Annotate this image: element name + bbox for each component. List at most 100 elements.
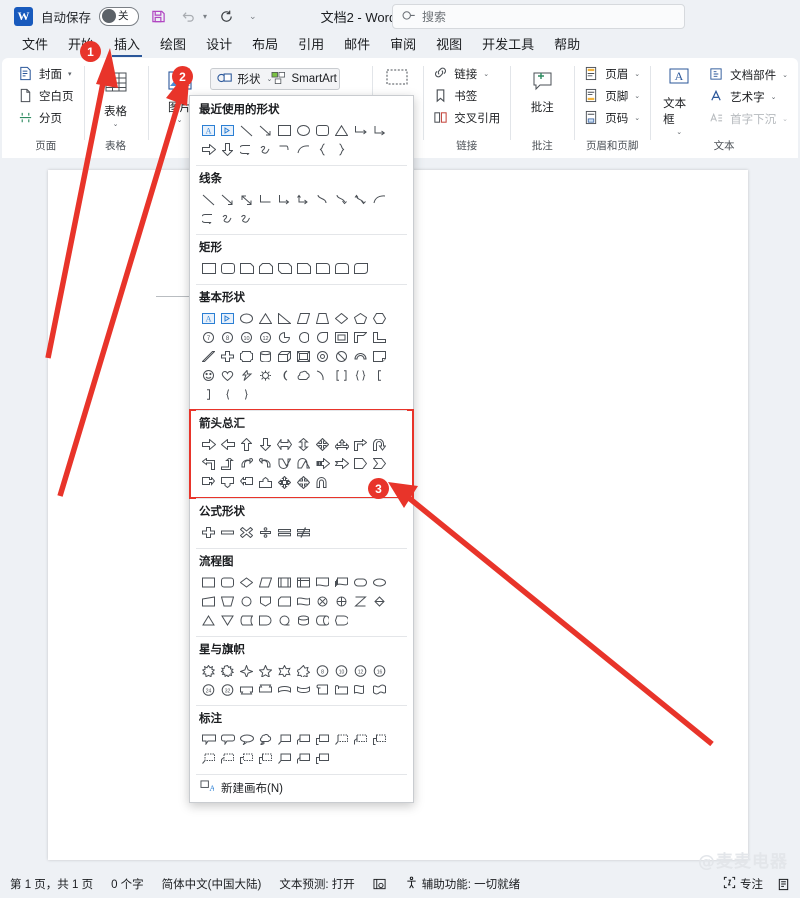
equation-minus[interactable] <box>218 523 237 542</box>
basic-cube[interactable] <box>275 347 294 366</box>
shape-curve[interactable] <box>275 140 294 159</box>
rect-plain[interactable] <box>199 259 218 278</box>
arrow-curved-right[interactable] <box>256 454 275 473</box>
banner-wave[interactable] <box>351 680 370 699</box>
shapes-grid-stars-banners[interactable]: 8 10 12 16 24 32 <box>199 661 404 699</box>
shape-scribble[interactable] <box>256 140 275 159</box>
flow-decision[interactable] <box>237 573 256 592</box>
customize-qat-icon[interactable]: ⌄ <box>249 11 257 22</box>
shape-triangle[interactable] <box>332 121 351 140</box>
shape-line[interactable] <box>237 121 256 140</box>
undo-icon[interactable] <box>177 5 199 27</box>
basic-oval[interactable] <box>237 309 256 328</box>
line-arrow[interactable] <box>218 190 237 209</box>
flow-display[interactable] <box>332 611 351 630</box>
basic-teardrop[interactable] <box>313 328 332 347</box>
flow-internal-storage[interactable] <box>294 573 313 592</box>
callout-accent-line-1[interactable] <box>332 730 351 749</box>
flow-card[interactable] <box>275 592 294 611</box>
header-button[interactable]: 页眉 ⌄ <box>581 64 643 84</box>
arrow-left[interactable] <box>218 435 237 454</box>
save-icon[interactable] <box>147 5 169 27</box>
star-7-point[interactable] <box>294 661 313 680</box>
arrow-pentagon[interactable] <box>351 454 370 473</box>
chevron-down-icon[interactable]: ⌄ <box>113 120 119 128</box>
basic-right-triangle[interactable] <box>275 309 294 328</box>
callout-rounded-rectangular[interactable] <box>218 730 237 749</box>
arrow-up-callout[interactable] <box>256 473 275 492</box>
shape-elbow-connector-1[interactable] <box>351 121 370 140</box>
basic-arc[interactable] <box>313 366 332 385</box>
arrow-right[interactable] <box>199 435 218 454</box>
connector-curved[interactable] <box>313 190 332 209</box>
arrow-curved-left[interactable] <box>237 454 256 473</box>
bookmark-button[interactable]: 书签 <box>430 86 503 106</box>
basic-trapezoid[interactable] <box>313 309 332 328</box>
basic-half-frame[interactable] <box>351 328 370 347</box>
chevron-down-icon[interactable]: ▾ <box>68 70 72 78</box>
callout-bordered-line-3[interactable] <box>237 749 256 768</box>
callout-rectangular[interactable] <box>199 730 218 749</box>
basic-donut[interactable] <box>313 347 332 366</box>
star-24-point[interactable]: 24 <box>199 680 218 699</box>
star-8-point[interactable]: 8 <box>313 661 332 680</box>
flow-connector[interactable] <box>237 592 256 611</box>
shape-right-brace[interactable] <box>332 140 351 159</box>
arrow-left-up[interactable] <box>199 454 218 473</box>
arrow-down-callout[interactable] <box>218 473 237 492</box>
flow-stored-data[interactable] <box>237 611 256 630</box>
banner-up-ribbon[interactable] <box>237 680 256 699</box>
callout-accent-line-2[interactable] <box>351 730 370 749</box>
shapes-grid-recently-used[interactable]: A <box>199 121 404 159</box>
flow-collate[interactable] <box>351 592 370 611</box>
basic-right-bracket[interactable] <box>199 385 218 404</box>
shapes-grid-equation-shapes[interactable] <box>199 523 404 542</box>
star-explosion-1[interactable] <box>199 661 218 680</box>
rect-snip-diagonal[interactable] <box>275 259 294 278</box>
arrow-up-down[interactable] <box>294 435 313 454</box>
basic-pie[interactable] <box>275 328 294 347</box>
flow-sort[interactable] <box>370 592 389 611</box>
star-10-point[interactable]: 10 <box>332 661 351 680</box>
basic-smiley[interactable] <box>199 366 218 385</box>
star-5-point[interactable] <box>256 661 275 680</box>
flow-extract[interactable] <box>199 611 218 630</box>
equation-not-equal[interactable] <box>294 523 313 542</box>
flow-terminator[interactable] <box>351 573 370 592</box>
accessibility-status[interactable]: 辅助功能: 一切就绪 <box>405 876 520 892</box>
basic-octagon[interactable]: 8 <box>218 328 237 347</box>
basic-right-brace[interactable] <box>237 385 256 404</box>
basic-double-brace[interactable] <box>351 366 370 385</box>
basic-no-symbol[interactable] <box>332 347 351 366</box>
star-explosion-2[interactable] <box>218 661 237 680</box>
basic-sun[interactable] <box>256 366 275 385</box>
shape-freeform[interactable] <box>237 140 256 159</box>
basic-lightning-bolt[interactable] <box>237 366 256 385</box>
arrow-striped-right[interactable] <box>313 454 332 473</box>
rect-round-diagonal[interactable] <box>351 259 370 278</box>
basic-chord[interactable] <box>294 328 313 347</box>
shapes-grid-flowchart[interactable] <box>199 573 404 630</box>
basic-can[interactable] <box>256 347 275 366</box>
basic-diagonal-stripe[interactable] <box>199 347 218 366</box>
basic-hexagon[interactable] <box>370 309 389 328</box>
tab-help[interactable]: 帮助 <box>544 32 590 58</box>
quick-parts-button[interactable]: 文档部件 ⌄ <box>706 65 791 85</box>
basic-diamond[interactable] <box>332 309 351 328</box>
arrow-u-turn[interactable] <box>370 435 389 454</box>
arrow-up[interactable] <box>237 435 256 454</box>
shapes-grid-callouts[interactable] <box>199 730 404 768</box>
flow-direct-access-storage[interactable] <box>313 611 332 630</box>
arrow-bent-right[interactable] <box>351 435 370 454</box>
equation-plus[interactable] <box>199 523 218 542</box>
basic-dodecagon[interactable]: 12 <box>256 328 275 347</box>
page-info[interactable]: 第 1 页，共 1 页 <box>10 876 93 892</box>
flow-off-page-connector[interactable] <box>256 592 275 611</box>
star-12-point[interactable]: 12 <box>351 661 370 680</box>
equation-multiply[interactable] <box>237 523 256 542</box>
shapes-grid-rectangles[interactable] <box>199 259 404 278</box>
shape-oval[interactable] <box>294 121 313 140</box>
connector-elbow-double-arrow[interactable] <box>294 190 313 209</box>
basic-frame[interactable] <box>332 328 351 347</box>
callout-bordered-line-2[interactable] <box>218 749 237 768</box>
